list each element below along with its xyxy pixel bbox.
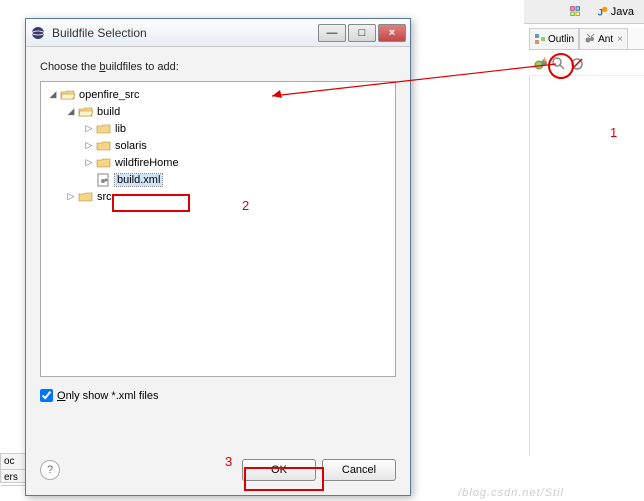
expander-icon[interactable]: ▷ [65, 191, 77, 202]
expander-icon[interactable]: ◢ [47, 89, 59, 100]
expander-icon[interactable]: ▷ [83, 140, 95, 151]
ant-icon [584, 33, 596, 45]
minimize-button[interactable]: — [318, 24, 346, 42]
tree-node-lib[interactable]: ▷ lib [43, 120, 393, 137]
open-perspective-button[interactable] [565, 3, 587, 21]
tree-label: solaris [115, 140, 147, 152]
perspective-switcher: J Java [524, 0, 644, 24]
svg-text:+: + [542, 56, 547, 64]
expander-icon[interactable]: ▷ [83, 123, 95, 134]
dialog-prompt: Choose the buildfiles to add: [40, 61, 396, 73]
ant-tab-close-icon[interactable]: × [617, 34, 623, 45]
tree-label: src [97, 191, 112, 203]
eclipse-icon [30, 25, 46, 41]
cancel-button[interactable]: Cancel [322, 459, 396, 481]
java-perspective-button[interactable]: J Java [591, 3, 638, 21]
tree-label: openfire_src [79, 89, 140, 101]
right-view-tabs: Outlin Ant × [529, 28, 644, 50]
tree-node-build[interactable]: ◢ build [43, 103, 393, 120]
ant-tab[interactable]: Ant × [579, 28, 628, 49]
ant-view-panel [529, 76, 644, 456]
maximize-button[interactable]: □ [348, 24, 376, 42]
tree-node-wildfirehome[interactable]: ▷ wildfireHome [43, 154, 393, 171]
folder-open-icon [60, 88, 76, 102]
only-xml-label: Only show *.xml files [57, 390, 158, 402]
java-perspective-icon: J [595, 5, 609, 19]
only-xml-checkbox[interactable] [40, 389, 53, 402]
folder-icon [96, 139, 112, 153]
tree-label: build.xml [115, 174, 162, 186]
only-xml-checkbox-row[interactable]: Only show *.xml files [40, 389, 396, 402]
tree-node-src[interactable]: ▷ src [43, 188, 393, 205]
tree-node-openfire[interactable]: ◢ openfire_src [43, 86, 393, 103]
tree-node-solaris[interactable]: ▷ solaris [43, 137, 393, 154]
tree-node-buildxml[interactable]: build.xml [43, 171, 393, 188]
hide-internal-icon[interactable] [569, 56, 585, 72]
buildfile-selection-dialog: Buildfile Selection — □ × Choose the bui… [25, 18, 411, 496]
dialog-title: Buildfile Selection [52, 26, 318, 40]
expander-icon[interactable]: ◢ [65, 106, 77, 117]
ok-button[interactable]: OK [242, 459, 316, 481]
tree-label: wildfireHome [115, 157, 179, 169]
ant-file-icon [96, 173, 112, 187]
folder-icon [96, 156, 112, 170]
watermark-text: /blog.csdn.net/Stil [458, 487, 564, 499]
folder-icon [78, 190, 94, 204]
ant-view-toolbar: + [529, 52, 644, 76]
close-button[interactable]: × [378, 24, 406, 42]
buildfile-tree[interactable]: ◢ openfire_src ◢ build ▷ lib ▷ solaris ▷ [40, 81, 396, 377]
folder-open-icon [78, 105, 94, 119]
dialog-titlebar[interactable]: Buildfile Selection — □ × [26, 19, 410, 47]
ant-tab-label: Ant [598, 34, 613, 45]
java-perspective-label: Java [611, 6, 634, 18]
outline-tab[interactable]: Outlin [529, 28, 579, 49]
open-perspective-icon [569, 5, 583, 19]
tree-label: build [97, 106, 120, 118]
expander-icon[interactable]: ▷ [83, 157, 95, 168]
help-button[interactable]: ? [40, 460, 60, 480]
outline-icon [534, 33, 546, 45]
search-buildfile-icon[interactable] [551, 56, 567, 72]
tree-label: lib [115, 123, 126, 135]
add-buildfile-icon[interactable]: + [533, 56, 549, 72]
folder-icon [96, 122, 112, 136]
outline-tab-label: Outlin [548, 34, 574, 45]
